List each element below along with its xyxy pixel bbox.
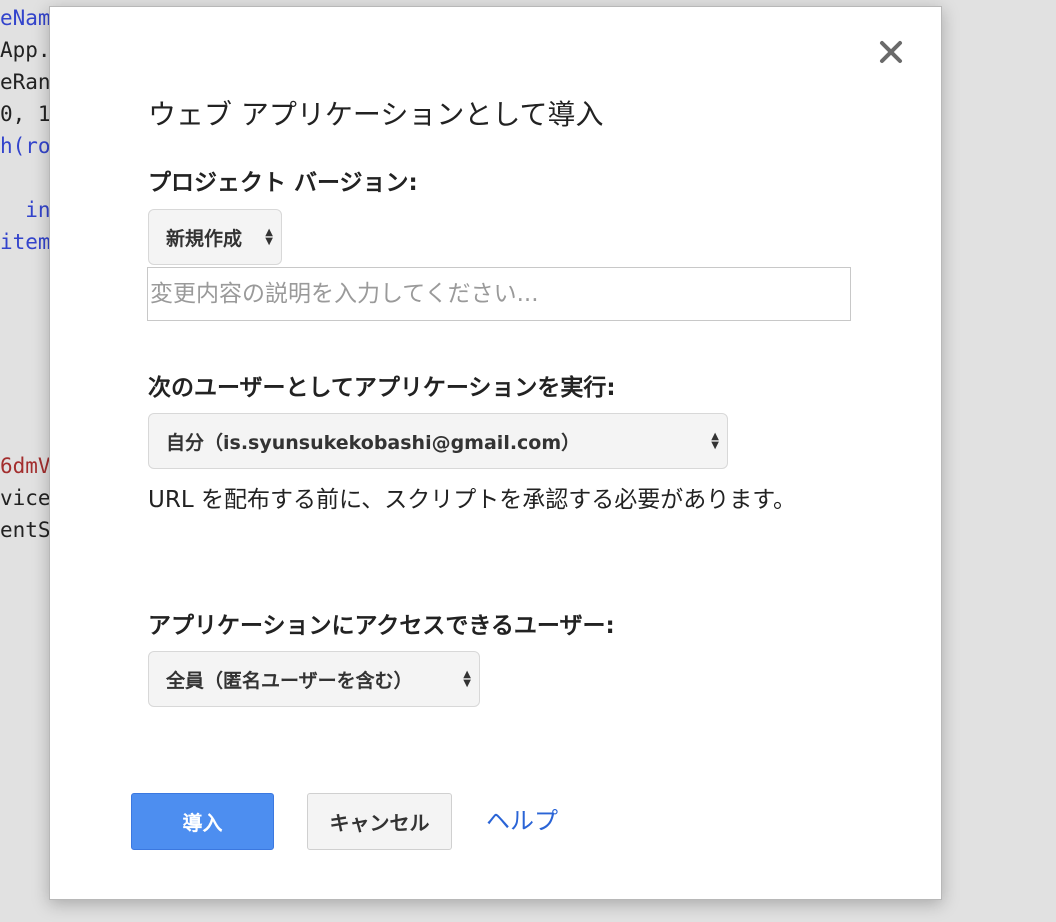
help-link[interactable]: ヘルプ	[486, 801, 558, 836]
code-line: 6dmV	[0, 454, 51, 478]
deploy-web-app-dialog: ウェブ アプリケーションとして導入 プロジェクト バージョン: 新規作成 ▲ ▼ …	[49, 6, 942, 900]
access-value: 全員（匿名ユーザーを含む）	[166, 669, 413, 692]
close-icon	[880, 41, 902, 63]
select-arrows-icon: ▲ ▼	[265, 227, 273, 247]
execute-as-value: 自分（is.syunsukekobashi@gmail.com）	[166, 431, 581, 454]
access-label: アプリケーションにアクセスできるユーザー:	[148, 613, 615, 639]
execute-as-select[interactable]: 自分（is.syunsukekobashi@gmail.com） ▲ ▼	[148, 413, 728, 469]
dialog-title: ウェブ アプリケーションとして導入	[148, 98, 604, 131]
close-button[interactable]	[876, 37, 906, 67]
cancel-button[interactable]: キャンセル	[307, 793, 452, 850]
select-arrows-icon: ▲ ▼	[463, 669, 471, 689]
access-select[interactable]: 全員（匿名ユーザーを含む） ▲ ▼	[148, 651, 480, 707]
project-version-value: 新規作成	[166, 227, 243, 250]
select-arrows-icon: ▲ ▼	[711, 431, 719, 451]
deploy-button[interactable]: 導入	[131, 793, 274, 850]
change-description-input[interactable]	[147, 267, 851, 321]
project-version-select[interactable]: 新規作成 ▲ ▼	[148, 209, 282, 265]
execute-as-label: 次のユーザーとしてアプリケーションを実行:	[148, 375, 616, 401]
code-line: 0, 1	[0, 102, 51, 126]
code-line: item	[0, 230, 51, 254]
code-line: vice	[0, 486, 51, 510]
authorization-note: URL を配布する前に、スクリプトを承認する必要があります。	[148, 487, 796, 513]
project-version-label: プロジェクト バージョン:	[148, 170, 418, 196]
